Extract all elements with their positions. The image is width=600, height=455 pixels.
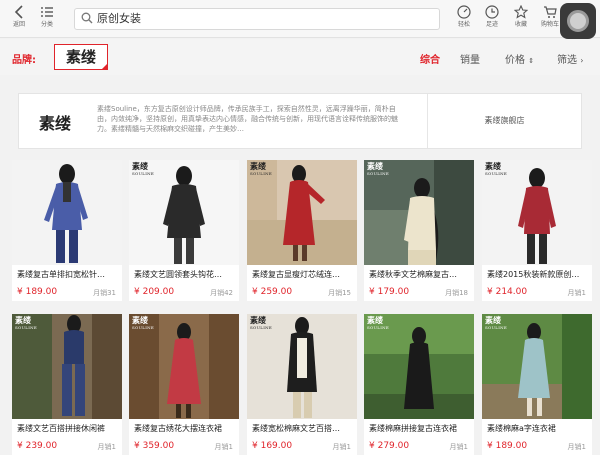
product-name: 素缕棉麻a字连衣裙 (487, 424, 556, 433)
product-price: ¥ 239.00 (17, 441, 58, 451)
back-arrow-icon (4, 3, 34, 21)
product-sales: 月销18 (445, 289, 468, 297)
product-card[interactable]: 素缕 SOULINE 素缕复古显瘦灯芯绒连… ¥ 259.00 月销15 (247, 160, 357, 301)
product-sales: 月销1 (449, 443, 468, 451)
product-card[interactable]: 素缕 SOULINE 素缕秋季文艺棉麻复古… ¥ 179.00 月销18 (364, 160, 474, 301)
product-name: 素缕宽松棉麻文艺百搭… (252, 424, 340, 433)
clock-icon (477, 3, 507, 21)
toolbar-button-favorites[interactable]: 收藏 (506, 3, 536, 35)
toolbar-button-history[interactable]: 足迹 (477, 3, 507, 35)
filter-bar: 品牌: 素缕 综合 销量 价格 ⇕ 筛选 › (0, 39, 600, 75)
product-sales: 月销15 (328, 289, 351, 297)
toolbar-button-speed[interactable]: 轻松 (449, 3, 479, 35)
filter-button[interactable]: 筛选 › (557, 51, 583, 66)
product-sales: 月销1 (214, 443, 233, 451)
product-name: 素缕文艺百搭拼接休闲裤 (17, 424, 105, 433)
speedometer-icon (449, 3, 479, 21)
star-icon (506, 3, 536, 21)
product-sales: 月销1 (97, 443, 116, 451)
product-name: 素缕2015秋装新款原创… (487, 270, 580, 279)
search-query: 原创女装 (97, 12, 141, 25)
back-button[interactable]: 返回 (4, 3, 34, 35)
product-price: ¥ 189.00 (17, 287, 58, 297)
product-name: 素缕复古单排扣宽松针… (17, 270, 105, 279)
product-card[interactable]: 素缕 SOULINE 素缕2015秋装新款原创… ¥ 214.00 月销1 (482, 160, 592, 301)
product-price: ¥ 259.00 (252, 287, 293, 297)
top-toolbar: 返回 分类 原创女装 轻松 足迹 收藏 购物车 (0, 0, 600, 39)
toolbar-label-favorites: 收藏 (514, 21, 527, 28)
product-image: 素缕 SOULINE (247, 160, 357, 265)
brand-watermark: 素缕 SOULINE (485, 315, 508, 330)
product-card[interactable]: 素缕 SOULINE 素缕宽松棉麻文艺百搭… ¥ 169.00 月销1 (247, 314, 357, 455)
brand-watermark: 素缕 SOULINE (15, 315, 38, 330)
product-card[interactable]: 素缕 SOULINE 素缕棉麻a字连衣裙 ¥ 189.00 月销1 (482, 314, 592, 455)
product-price: ¥ 179.00 (369, 287, 410, 297)
product-image: 素缕 SOULINE (364, 160, 474, 265)
product-card[interactable]: 素缕 SOULINE 素缕文艺百搭拼接休闲裤 ¥ 239.00 月销1 (12, 314, 122, 455)
brand-filter-selected[interactable]: 素缕 (54, 44, 108, 70)
sort-arrows-icon: ⇕ (528, 57, 535, 65)
product-image (12, 160, 122, 265)
chevron-right-icon: › (580, 56, 584, 65)
category-label: 分类 (40, 21, 53, 28)
product-sales: 月销42 (210, 289, 233, 297)
product-name: 素缕秋季文艺棉麻复古… (369, 270, 457, 279)
product-sales: 月销1 (332, 443, 351, 451)
toolbar-label-speed: 轻松 (457, 21, 470, 28)
search-icon (81, 12, 93, 24)
product-card[interactable]: 素缕 SOULINE 素缕棉麻拼接复古连衣裙 ¥ 279.00 月销1 (364, 314, 474, 455)
product-image: 素缕 SOULINE (129, 160, 239, 265)
shop-description: 素缕Souline，东方复古原创设计师品牌，传承民族手工，探索自然性灵，远离浮躁… (97, 105, 398, 133)
product-name: 素缕棉麻拼接复古连衣裙 (369, 424, 457, 433)
product-sales: 月销1 (567, 289, 586, 297)
brand-watermark: 素缕 SOULINE (367, 315, 390, 330)
product-card[interactable]: 素缕 SOULINE 素缕复古绣花大摆连衣裙 ¥ 359.00 月销1 (129, 314, 239, 455)
brand-watermark: 素缕 SOULINE (367, 161, 390, 176)
product-card[interactable]: 素缕 SOULINE 素缕文艺圆领套头钩花… ¥ 209.00 月销42 (129, 160, 239, 301)
product-image: 素缕 SOULINE (129, 314, 239, 419)
list-icon (32, 3, 62, 21)
sort-sales[interactable]: 销量 (460, 51, 480, 66)
product-price: ¥ 214.00 (487, 287, 528, 297)
selected-corner-mark (101, 63, 108, 70)
product-sales: 月销1 (567, 443, 586, 451)
brand-watermark: 素缕 SOULINE (132, 315, 155, 330)
toolbar-label-history: 足迹 (485, 21, 498, 28)
back-label: 返回 (12, 21, 25, 28)
sort-price[interactable]: 价格 ⇕ (505, 51, 534, 66)
product-image: 素缕 SOULINE (12, 314, 122, 419)
category-button[interactable]: 分类 (32, 3, 62, 35)
brand-watermark: 素缕 SOULINE (250, 161, 273, 176)
search-input[interactable]: 原创女装 (74, 8, 440, 30)
brand-watermark: 素缕 SOULINE (132, 161, 155, 176)
brand-logo-text: 素缕 (65, 48, 96, 66)
store-link[interactable]: 素缕旗舰店 (427, 94, 582, 148)
product-sales: 月销31 (93, 289, 116, 297)
sort-comprehensive[interactable]: 综合 (420, 51, 440, 66)
product-card[interactable]: 素缕复古单排扣宽松针… ¥ 189.00 月销31 (12, 160, 122, 301)
product-image: 素缕 SOULINE (364, 314, 474, 419)
brand-watermark: 素缕 SOULINE (250, 315, 273, 330)
product-name: 素缕复古显瘦灯芯绒连… (252, 270, 340, 279)
shop-logo: 素缕 (39, 114, 72, 133)
brand-watermark: 素缕 SOULINE (485, 161, 508, 176)
brand-filter-label[interactable]: 品牌: (12, 51, 36, 66)
product-price: ¥ 279.00 (369, 441, 410, 451)
product-price: ¥ 209.00 (134, 287, 175, 297)
assistive-touch-icon (567, 10, 589, 32)
product-price: ¥ 189.00 (487, 441, 528, 451)
product-name: 素缕复古绣花大摆连衣裙 (134, 424, 222, 433)
shop-banner[interactable]: 素缕 素缕Souline，东方复古原创设计师品牌，传承民族手工，探索自然性灵，远… (18, 93, 582, 149)
product-image: 素缕 SOULINE (482, 160, 592, 265)
assistive-touch-button[interactable] (560, 3, 596, 39)
product-image: 素缕 SOULINE (247, 314, 357, 419)
product-price: ¥ 359.00 (134, 441, 175, 451)
product-name: 素缕文艺圆领套头钩花… (134, 270, 222, 279)
product-price: ¥ 169.00 (252, 441, 293, 451)
product-image: 素缕 SOULINE (482, 314, 592, 419)
